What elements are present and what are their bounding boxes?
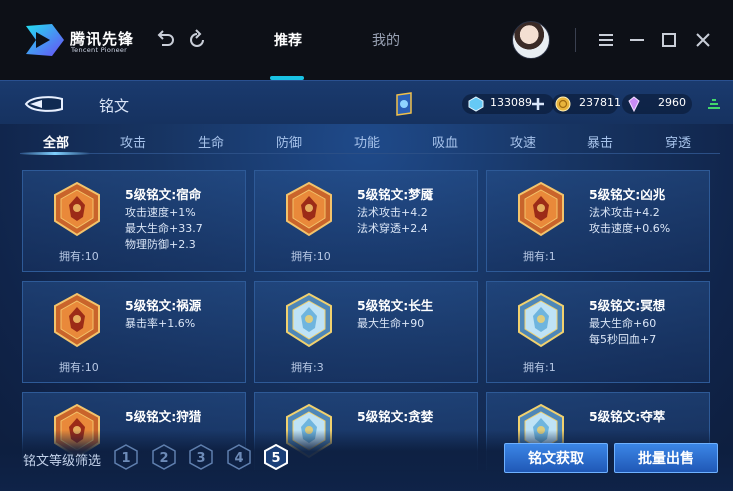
inscription-attribute: 攻击速度+0.6% xyxy=(589,222,671,235)
inscription-attribute: 最大生命+60 xyxy=(589,317,657,330)
level-filter-label: 铭文等级筛选 xyxy=(23,454,102,469)
undo-icon[interactable] xyxy=(154,29,176,51)
menu-icon[interactable] xyxy=(595,29,617,51)
inscription-name: 5级铭文:宿命 xyxy=(125,187,202,202)
inscription-name: 5级铭文:贪婪 xyxy=(357,409,434,424)
add-diamond-icon[interactable] xyxy=(531,96,545,112)
tab-defense[interactable]: 防御 xyxy=(276,132,302,151)
inscription-card[interactable]: 5级铭文:梦魇 法术攻击+4.2 法术穿透+2.4 拥有:10 xyxy=(254,170,478,272)
bottom-bar: 铭文等级筛选 1 2 3 4 5 铭文获取 批量出售 xyxy=(0,430,733,491)
hexagon-icon: 3 xyxy=(189,444,213,470)
diamond-coupon-icon xyxy=(468,96,484,112)
tab-attack[interactable]: 攻击 xyxy=(120,132,146,151)
tab-penetration[interactable]: 穿透 xyxy=(665,132,691,151)
tab-lifesteal[interactable]: 吸血 xyxy=(432,132,458,151)
omen-icon xyxy=(518,181,564,237)
tab-health[interactable]: 生命 xyxy=(198,132,224,151)
level-filter-5[interactable]: 5 xyxy=(264,443,288,471)
inscription-name: 5级铭文:冥想 xyxy=(589,298,666,313)
page-title: 铭文 xyxy=(99,97,130,115)
leaf-icon xyxy=(286,292,332,348)
inscription-attribute: 暴击率+1.6% xyxy=(125,317,196,330)
inscription-attribute: 最大生命+90 xyxy=(357,317,425,330)
inscription-attribute: 法术攻击+4.2 xyxy=(357,206,428,219)
inscription-attribute: 每5秒回血+7 xyxy=(589,333,657,346)
inscription-name: 5级铭文:祸源 xyxy=(125,298,202,313)
gold-coin-icon xyxy=(555,96,571,112)
inscription-name: 5级铭文:夺萃 xyxy=(589,409,666,424)
user-avatar[interactable] xyxy=(512,21,550,59)
inscription-name: 5级铭文:梦魇 xyxy=(357,187,434,202)
batch-sell-button[interactable]: 批量出售 xyxy=(614,443,718,473)
level-number: 2 xyxy=(159,451,168,466)
owned-count: 拥有:1 xyxy=(523,250,556,263)
flame-icon xyxy=(54,181,100,237)
inscription-card[interactable]: 5级铭文:凶兆 法术攻击+4.2 攻击速度+0.6% 拥有:1 xyxy=(486,170,710,272)
blade-icon xyxy=(54,292,100,348)
owned-count: 拥有:10 xyxy=(59,361,99,374)
owned-count: 拥有:10 xyxy=(291,250,331,263)
tab-crit[interactable]: 暴击 xyxy=(587,132,613,151)
level-number: 5 xyxy=(271,451,280,466)
inscription-attribute: 法术攻击+4.2 xyxy=(589,206,660,219)
game-content: 铭文 133089 237811 2960 全部 攻击 生命 防御 功能 吸血 … xyxy=(0,80,733,491)
tab-utility[interactable]: 功能 xyxy=(354,132,380,151)
owned-count: 拥有:3 xyxy=(291,361,324,374)
refresh-icon[interactable] xyxy=(186,29,208,51)
category-tabs: 全部 攻击 生命 防御 功能 吸血 攻速 暴击 穿透 xyxy=(20,124,720,155)
obtain-inscription-button[interactable]: 铭文获取 xyxy=(504,443,608,473)
back-arrow-icon[interactable] xyxy=(22,93,66,115)
star-icon xyxy=(518,292,564,348)
tab-attack-speed[interactable]: 攻速 xyxy=(510,132,536,151)
owned-count: 拥有:10 xyxy=(59,250,99,263)
inscription-card[interactable]: 5级铭文:冥想 最大生命+60 每5秒回血+7 拥有:1 xyxy=(486,281,710,383)
nav-tab-recommend[interactable]: 推荐 xyxy=(274,30,302,50)
logo-subtitle: Tencent Pioneer xyxy=(71,46,128,54)
inscription-header: 铭文 133089 237811 2960 xyxy=(0,80,733,124)
inscription-name: 5级铭文:狩猎 xyxy=(125,409,202,424)
maximize-icon[interactable] xyxy=(658,29,680,51)
gem-icon xyxy=(628,96,640,112)
hexagon-icon: 1 xyxy=(114,444,138,470)
inscription-grid: 5级铭文:宿命 攻击速度+1% 最大生命+33.7 物理防御+2.3 拥有:10 5级铭文… xyxy=(22,170,712,470)
inscription-card[interactable]: 5级铭文:宿命 攻击速度+1% 最大生命+33.7 物理防御+2.3 拥有:10 xyxy=(22,170,246,272)
inscription-attribute: 最大生命+33.7 xyxy=(125,222,203,235)
inscription-name: 5级铭文:长生 xyxy=(357,298,434,313)
nav-tab-mine[interactable]: 我的 xyxy=(372,30,400,50)
inscription-attribute: 物理防御+2.3 xyxy=(125,238,196,251)
level-number: 3 xyxy=(196,451,205,466)
hexagon-icon: 4 xyxy=(227,444,251,470)
demon-wing-icon xyxy=(286,181,332,237)
owned-count: 拥有:1 xyxy=(523,361,556,374)
level-number: 4 xyxy=(234,451,243,466)
inscription-book-icon[interactable] xyxy=(395,92,413,116)
close-icon[interactable] xyxy=(692,29,714,51)
minimize-icon[interactable] xyxy=(626,29,648,51)
tab-all[interactable]: 全部 xyxy=(43,132,69,151)
inscription-name: 5级铭文:凶兆 xyxy=(589,187,666,202)
divider xyxy=(575,28,576,52)
inscription-attribute: 法术穿透+2.4 xyxy=(357,222,428,235)
tencent-pioneer-logo xyxy=(26,24,64,56)
diamond-count: 133089 xyxy=(490,96,532,109)
hexagon-icon: 2 xyxy=(152,444,176,470)
gold-count: 237811 xyxy=(579,96,621,109)
tab-active-indicator xyxy=(20,152,90,155)
inscription-card[interactable]: 5级铭文:祸源 暴击率+1.6% 拥有:10 xyxy=(22,281,246,383)
gem-count: 2960 xyxy=(658,96,686,109)
signal-icon xyxy=(708,99,720,109)
level-filter-4[interactable]: 4 xyxy=(227,444,251,470)
title-bar: 腾讯先锋 Tencent Pioneer 推荐 我的 xyxy=(0,0,733,80)
level-filter-1[interactable]: 1 xyxy=(114,444,138,470)
inscription-attribute: 攻击速度+1% xyxy=(125,206,196,219)
level-number: 1 xyxy=(121,451,130,466)
inscription-card[interactable]: 5级铭文:长生 最大生命+90 拥有:3 xyxy=(254,281,478,383)
level-filter-2[interactable]: 2 xyxy=(152,444,176,470)
level-filter-3[interactable]: 3 xyxy=(189,444,213,470)
hexagon-icon: 5 xyxy=(264,443,288,471)
